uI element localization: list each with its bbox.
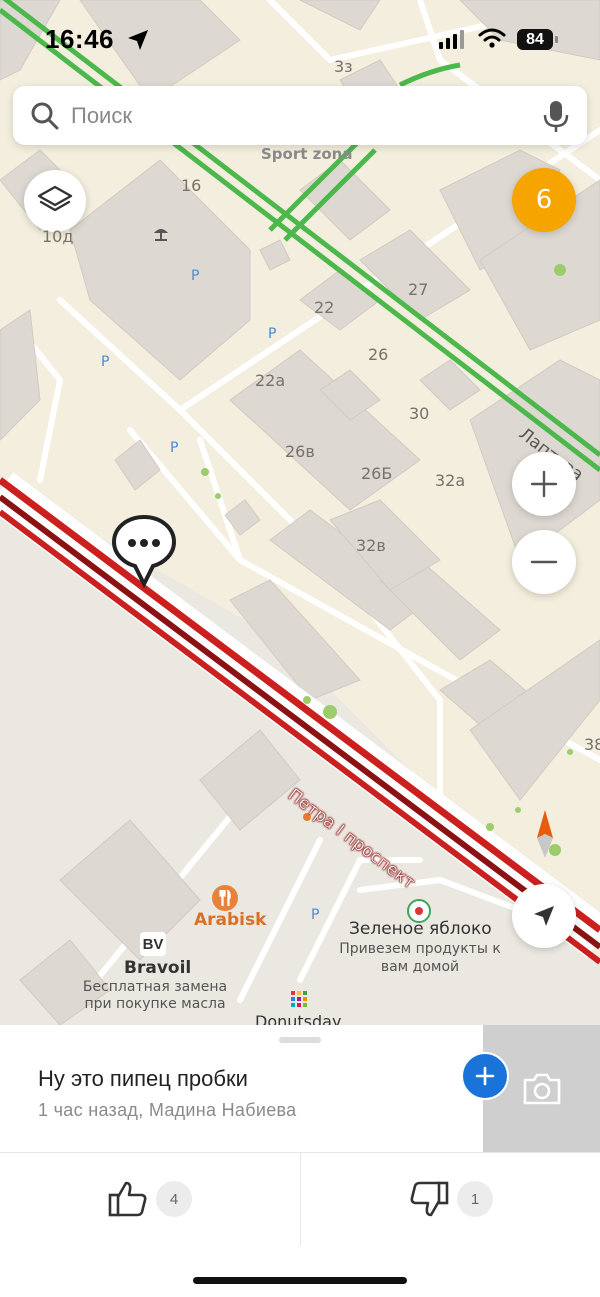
layers-badge-label: 10д [42,227,74,246]
layers-icon [37,185,73,212]
parking-marker: P [170,440,179,456]
battery-tip [555,36,558,43]
beach-umbrella-icon [152,224,170,247]
restaurant-icon[interactable] [212,885,238,911]
house-number-26: 26 [368,345,389,364]
house-number-32v: 32в [356,536,386,555]
poi-sport-zona[interactable]: Sport zona [261,145,352,163]
navigate-arrow-icon [534,906,554,926]
minus-icon [530,560,558,564]
events-counter-value: 6 [535,185,553,215]
house-number-38: 38 [584,735,600,754]
events-counter-button[interactable]: 6 [512,168,576,232]
house-number-22: 22 [314,298,335,317]
poi-zelenoe-desc: Привезем продукты к вам домой [339,941,501,975]
house-number-30: 30 [409,404,430,423]
bravoil-logo: BV [140,932,166,956]
parking-marker: P [191,268,200,284]
house-number-16: 16 [181,176,202,195]
thumbs-up-icon [108,1181,147,1217]
wifi-icon [478,28,506,48]
poi-zelenoe-yabloko[interactable]: Зеленое яблоко [349,919,492,939]
search-icon [31,102,59,130]
parking-marker: P [101,354,110,370]
panel-grabber[interactable] [279,1037,321,1043]
camera-icon [523,1073,560,1104]
map-view[interactable]: 3з 16 22 27 26 22а 30 26в 26Б 32а 32в 38… [0,0,600,1025]
poi-arabisk[interactable]: Arabisk [194,910,266,930]
zoom-in-button[interactable] [512,452,576,516]
poi-bravoil-desc: Бесплатная замена при покупке масла [82,979,228,1012]
event-comment: Ну это пипец пробки [38,1066,248,1091]
location-arrow-icon [128,30,148,50]
house-number-26b: 26Б [361,464,393,483]
vote-divider [300,1153,301,1246]
dislike-count: 1 [457,1181,493,1217]
my-location-button[interactable] [512,884,576,948]
add-comment-button[interactable] [461,1052,509,1100]
mic-icon[interactable] [542,99,570,133]
parking-marker: P [268,326,277,342]
thumbs-down-icon [410,1181,449,1217]
status-time: 16:46 [45,24,114,54]
chat-bubble-icon[interactable] [111,514,177,593]
poi-bravoil[interactable]: Bravoil [124,958,191,978]
compass-icon[interactable] [523,806,567,862]
event-meta: 1 час назад, Мадина Набиева [38,1100,297,1120]
house-number-32a: 32а [435,471,466,490]
layers-button[interactable] [24,170,86,232]
plus-icon [475,1066,495,1086]
house-number-26v: 26в [285,442,315,461]
cellular-signal-icon [439,30,464,49]
search-bar[interactable]: Поиск [13,86,587,145]
poi-donutsday[interactable]: Donutsday [255,1012,341,1025]
plus-icon [530,470,558,498]
donutsday-icon [291,991,307,1007]
parking-marker: P [311,907,320,923]
home-indicator[interactable] [193,1277,407,1284]
status-bar: 16:46 84 [0,0,600,80]
dislike-button[interactable]: 1 [409,1180,493,1218]
house-number-22a: 22а [255,371,286,390]
zoom-out-button[interactable] [512,530,576,594]
like-button[interactable]: 4 [108,1180,192,1218]
house-number-27: 27 [408,280,429,299]
search-input[interactable]: Поиск [71,103,132,129]
like-count: 4 [156,1181,192,1217]
battery-indicator: 84 [517,29,553,50]
